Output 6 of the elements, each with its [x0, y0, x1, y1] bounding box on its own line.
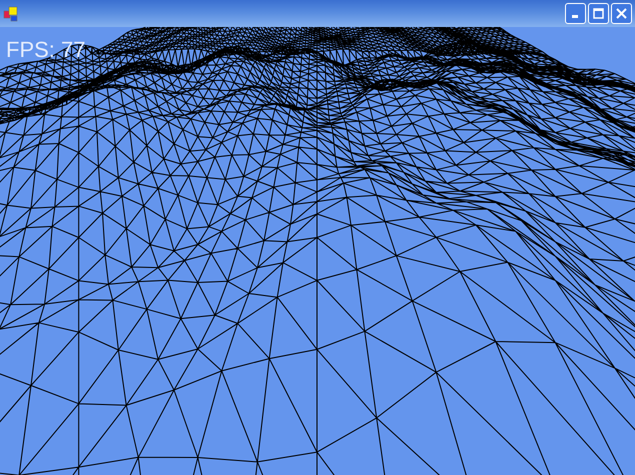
maximize-button[interactable] [588, 3, 609, 24]
maximize-icon [593, 8, 604, 19]
close-button[interactable] [611, 3, 632, 24]
close-icon [616, 8, 627, 19]
minimize-button[interactable] [565, 3, 586, 24]
app-icon [3, 6, 19, 22]
